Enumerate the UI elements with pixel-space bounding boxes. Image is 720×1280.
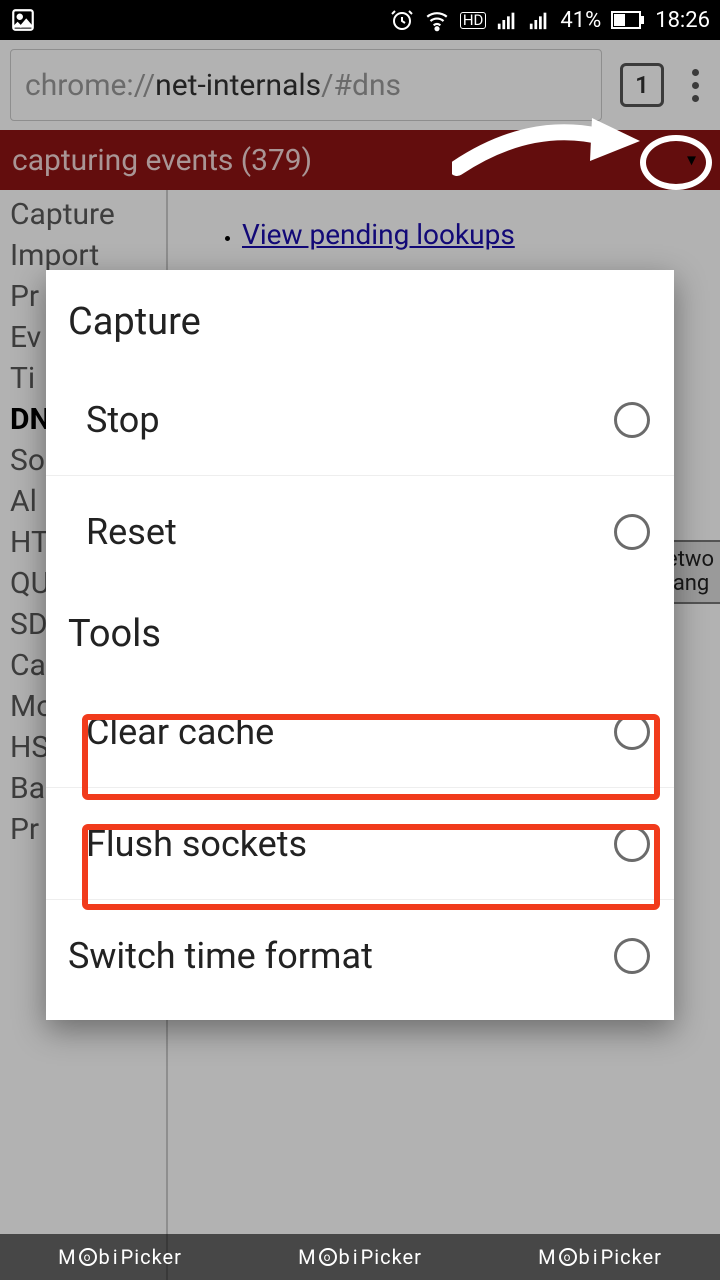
sidebar-item[interactable]: Capture	[0, 194, 166, 235]
option-reset[interactable]: Reset	[46, 476, 674, 588]
option-clear-cache[interactable]: Clear cache	[46, 676, 674, 788]
radio-icon[interactable]	[614, 938, 650, 974]
battery-percent: 41%	[560, 8, 601, 33]
tabs-count: 1	[635, 71, 649, 99]
section-heading-capture: Capture	[46, 296, 674, 364]
battery-icon	[611, 11, 645, 29]
option-flush-sockets[interactable]: Flush sockets	[46, 788, 674, 900]
signal-icon	[496, 9, 518, 31]
option-label: Switch time format	[68, 935, 614, 977]
picture-icon	[10, 7, 36, 33]
capture-bar-text: capturing events (379)	[12, 143, 312, 178]
tabs-button[interactable]: 1	[620, 63, 664, 107]
annotation-arrow-icon	[452, 113, 652, 187]
signal-2-icon	[528, 9, 550, 31]
option-label: Flush sockets	[86, 823, 614, 865]
radio-icon[interactable]	[614, 514, 650, 550]
watermark: MobiPicker	[298, 1245, 422, 1269]
radio-icon[interactable]	[614, 714, 650, 750]
section-heading-tools: Tools	[46, 588, 674, 676]
annotation-circle-icon	[640, 135, 712, 190]
url-path: /#dns	[321, 68, 401, 103]
option-label: Stop	[86, 399, 614, 441]
capture-dialog: Capture Stop Reset Tools Clear cache Flu…	[46, 270, 674, 1020]
hd-icon: HD	[460, 12, 487, 29]
option-switch-time[interactable]: Switch time format	[46, 900, 674, 1012]
url-prefix: chrome://	[25, 68, 155, 103]
watermark-bar: MobiPicker MobiPicker MobiPicker	[0, 1234, 720, 1280]
status-bar: HD 41% 18:26	[0, 0, 720, 40]
watermark: MobiPicker	[58, 1245, 182, 1269]
wifi-icon	[424, 7, 450, 33]
alarm-icon	[390, 8, 414, 32]
menu-icon[interactable]	[680, 69, 710, 102]
url-host: net-internals	[155, 68, 321, 103]
option-label: Clear cache	[86, 711, 614, 753]
watermark: MobiPicker	[538, 1245, 662, 1269]
clock-time: 18:26	[655, 8, 710, 33]
url-bar[interactable]: chrome://net-internals/#dns	[10, 49, 602, 121]
radio-icon[interactable]	[614, 402, 650, 438]
radio-icon[interactable]	[614, 826, 650, 862]
option-label: Reset	[86, 511, 614, 553]
option-stop[interactable]: Stop	[46, 364, 674, 476]
view-pending-link[interactable]: View pending lookups	[242, 218, 515, 251]
